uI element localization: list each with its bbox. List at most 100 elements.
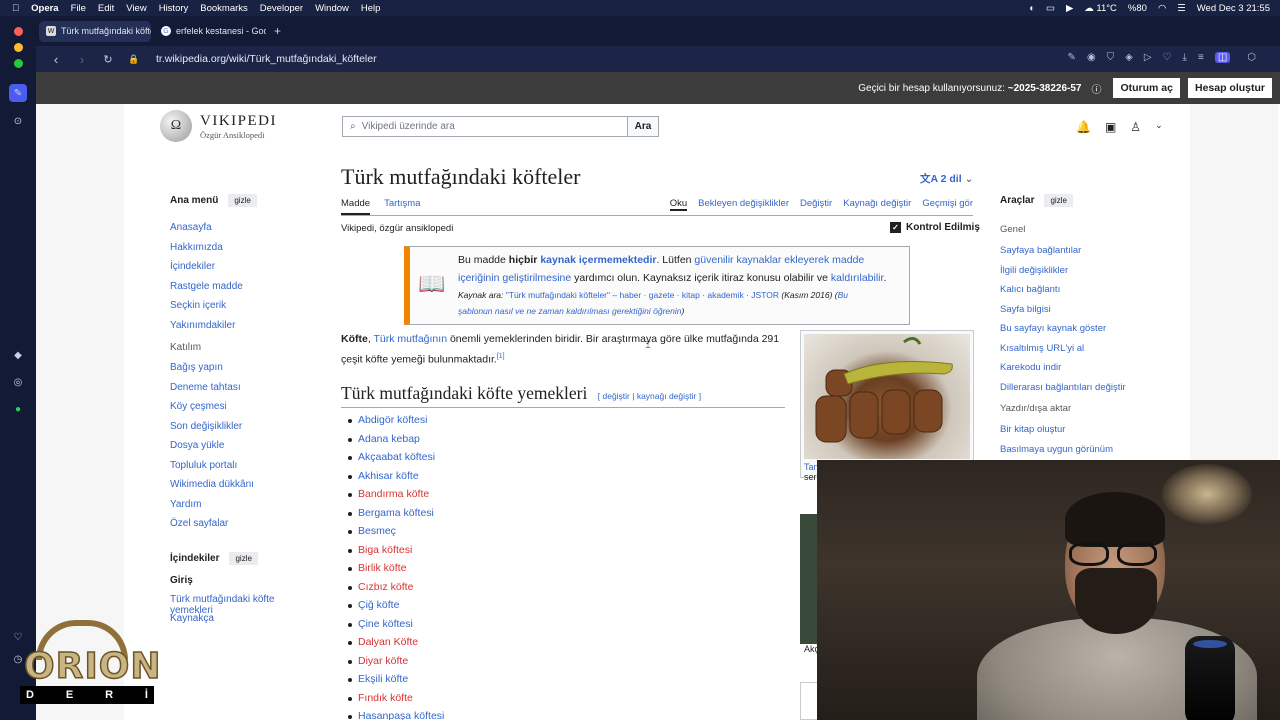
list-item[interactable]: Bergama köftesi xyxy=(347,507,444,526)
add-sources-link[interactable]: güvenilir kaynaklar ekleyerek madde xyxy=(694,254,864,266)
heart-icon[interactable]: ♡ xyxy=(1163,52,1172,63)
tool-link[interactable]: Bir kitap oluştur xyxy=(1000,424,1170,444)
box-icon[interactable]: ⬡ xyxy=(1247,52,1256,63)
section-edit-links[interactable]: [ değiştir | kaynağı değiştir ] xyxy=(598,391,701,401)
menu-developer[interactable]: Developer xyxy=(260,3,303,14)
search-input[interactable]: ⌕ Vikipedi üzerinde ara xyxy=(342,116,628,137)
nav-link[interactable]: Köy çeşmesi xyxy=(170,401,320,421)
list-item[interactable]: Bandırma köfte xyxy=(347,488,444,507)
menu-edit[interactable]: Edit xyxy=(98,3,114,14)
menu-opera[interactable]: Opera xyxy=(31,3,58,14)
list-item[interactable]: Akhisar köfte xyxy=(347,470,444,489)
chatgpt-icon[interactable]: ◎ xyxy=(9,373,27,391)
info-icon[interactable]: ⓘ xyxy=(1091,81,1101,96)
url-field[interactable]: tr.wikipedia.org/wiki/Türk_mutfağındaki_… xyxy=(156,53,377,65)
nav-link[interactable]: Topluluk portalı xyxy=(170,460,320,480)
list-item[interactable]: Biga köftesi xyxy=(347,544,444,563)
control-center-icon[interactable]: ☰ xyxy=(1177,3,1186,14)
menu-icon[interactable]: ≡ xyxy=(1198,52,1204,63)
notices-icon[interactable]: ▣ xyxy=(1105,120,1116,134)
shield-icon[interactable]: ⛉ xyxy=(1107,52,1115,63)
nav-link[interactable]: Deneme tahtası xyxy=(170,382,320,402)
nav-link[interactable]: Yardım xyxy=(170,499,320,519)
aria-icon[interactable]: ✎ xyxy=(9,84,27,102)
display-icon[interactable]: ▭ xyxy=(1046,3,1055,14)
datetime[interactable]: Wed Dec 3 21:55 xyxy=(1197,3,1270,14)
tool-link[interactable]: Kalıcı bağlantı xyxy=(1000,284,1170,304)
new-tab-icon[interactable]: + xyxy=(274,24,281,38)
nav-link[interactable]: Anasayfa xyxy=(170,222,320,242)
tab-pending-changes[interactable]: Bekleyen değişiklikler xyxy=(698,198,789,211)
tab-wikipedia[interactable]: W Türk mutfağındaki köfte xyxy=(39,20,151,42)
app-icon[interactable]: ◆ xyxy=(9,346,27,364)
create-account-button[interactable]: Hesap oluştur xyxy=(1187,78,1272,98)
language-button[interactable]: 文A 2 dil ⌄ xyxy=(920,171,973,186)
tool-link[interactable]: Kısaltılmış URL'yi al xyxy=(1000,343,1170,363)
list-item[interactable]: Cızbız köfte xyxy=(347,581,444,600)
list-item[interactable]: Abdigör köftesi xyxy=(347,414,444,433)
toc-item[interactable]: Türk mutfağındaki köfte yemekleri xyxy=(170,594,320,616)
list-item[interactable]: Çine köftesi xyxy=(347,618,444,637)
bell-icon[interactable]: 🔔 xyxy=(1076,120,1091,134)
nav-link[interactable]: Yakınımdakiler xyxy=(170,320,320,340)
no-sources-link[interactable]: kaynak içermemektedir xyxy=(540,254,656,266)
spotify-icon[interactable]: ● xyxy=(9,400,27,418)
camera-icon[interactable]: ◉ xyxy=(1087,52,1096,63)
nav-link[interactable]: Wikimedia dükkânı xyxy=(170,479,320,499)
back-icon[interactable]: ‹ xyxy=(50,52,62,67)
turkish-cuisine-link[interactable]: Türk mutfağının xyxy=(374,333,448,345)
tool-link[interactable]: Sayfa bilgisi xyxy=(1000,304,1170,324)
menu-help[interactable]: Help xyxy=(361,3,381,14)
menu-window[interactable]: Window xyxy=(315,3,349,14)
toc-item[interactable]: Kaynakça xyxy=(170,613,320,633)
user-icon[interactable]: ♙ xyxy=(1130,120,1141,134)
kofte-thumbnail[interactable]: Tan ser xyxy=(800,330,974,482)
nav-link[interactable]: Son değişiklikler xyxy=(170,421,320,441)
forward-icon[interactable]: › xyxy=(76,52,88,67)
login-button[interactable]: Oturum aç xyxy=(1113,78,1180,98)
menu-view[interactable]: View xyxy=(126,3,146,14)
list-item[interactable]: Fındık köfte xyxy=(347,692,444,711)
minimize-window-icon[interactable] xyxy=(14,43,23,52)
toc-item-intro[interactable]: Giriş xyxy=(170,575,320,594)
hide-main-menu-button[interactable]: gizle xyxy=(228,194,257,207)
hide-tools-button[interactable]: gizle xyxy=(1044,194,1073,207)
list-item[interactable]: Dalyan Köfte xyxy=(347,636,444,655)
menu-history[interactable]: History xyxy=(159,3,189,14)
reload-icon[interactable]: ↻ xyxy=(102,53,114,66)
list-item[interactable]: Besmeç xyxy=(347,525,444,544)
nav-link[interactable]: Hakkımızda xyxy=(170,242,320,262)
list-item[interactable]: Adana kebap xyxy=(347,433,444,452)
checked-status[interactable]: ✓ Kontrol Edilmiş xyxy=(890,222,980,233)
list-item[interactable]: Diyar köfte xyxy=(347,655,444,674)
download-icon[interactable]: ⤓ xyxy=(1183,52,1187,63)
menu-file[interactable]: File xyxy=(71,3,86,14)
screen-share-icon[interactable]: ◐ xyxy=(1029,3,1035,14)
zoom-window-icon[interactable] xyxy=(14,59,23,68)
list-item[interactable]: Hasanpaşa köftesi xyxy=(347,710,444,720)
chevron-down-icon[interactable]: ⌄ xyxy=(1155,120,1163,134)
nav-link[interactable]: Rastgele madde xyxy=(170,281,320,301)
tab-edit-source[interactable]: Kaynağı değiştir xyxy=(843,198,911,211)
template-help-link[interactable]: Bu xyxy=(838,290,848,300)
tab-history[interactable]: Geçmişi gör xyxy=(922,198,973,211)
menu-bookmarks[interactable]: Bookmarks xyxy=(200,3,248,14)
reference-link[interactable]: [1] xyxy=(497,353,505,360)
tool-link[interactable]: Bu sayfayı kaynak göster xyxy=(1000,323,1170,343)
tool-link[interactable]: Karekodu indir xyxy=(1000,362,1170,382)
nav-link[interactable]: Dosya yükle xyxy=(170,440,320,460)
improve-content-link[interactable]: içeriğinin geliştirilmesine xyxy=(458,272,571,284)
nav-link[interactable]: İçindekiler xyxy=(170,261,320,281)
tool-link[interactable]: Dillerarası bağlantıları değiştir xyxy=(1000,382,1170,402)
edit-icon[interactable]: ✎ xyxy=(1068,52,1076,63)
tab-google[interactable]: G erfelek kestanesi - Goog xyxy=(154,21,266,42)
find-sources-links[interactable]: "Türk mutfağındaki köfteler" – haber · g… xyxy=(506,290,779,300)
list-item[interactable]: Çiğ köfte xyxy=(347,599,444,618)
apple-icon[interactable]:  xyxy=(12,3,19,14)
play-icon[interactable]: ▷ xyxy=(1144,52,1152,63)
list-item[interactable]: Ekşili köfte xyxy=(347,673,444,692)
list-item[interactable]: Birlik köfte xyxy=(347,562,444,581)
extension-icon[interactable]: ◈ xyxy=(1125,52,1133,63)
weather-reading[interactable]: ☁ 11°C xyxy=(1084,3,1117,14)
hide-toc-button[interactable]: gizle xyxy=(229,551,258,565)
